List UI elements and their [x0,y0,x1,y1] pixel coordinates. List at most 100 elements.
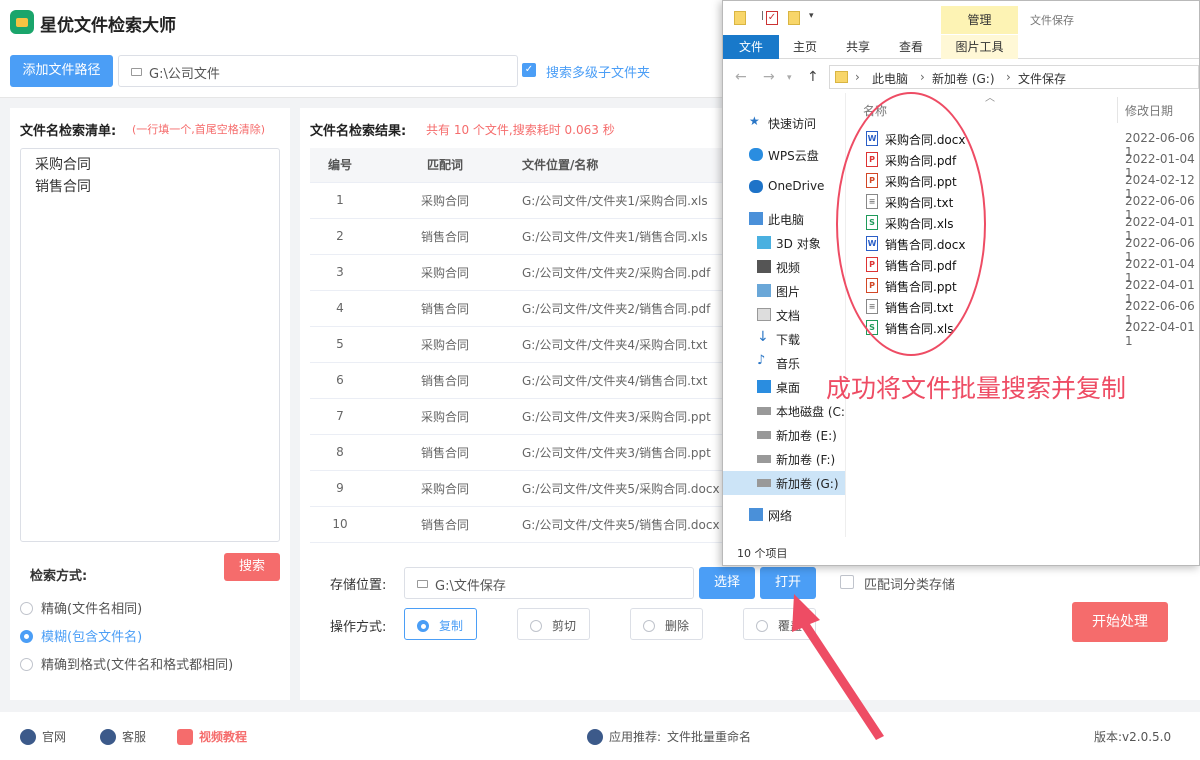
window-title: 文件保存 [1030,14,1074,27]
sidebar-item-3d-objects[interactable]: 3D 对象 [723,231,845,255]
mode-exact-radio[interactable]: 精确(文件名相同) [20,598,142,617]
row-keyword: 采购合同 [370,326,520,363]
row-keyword: 销售合同 [370,434,520,471]
chat-icon [100,729,116,745]
service-link[interactable]: 客服 [100,728,146,745]
op-copy-radio[interactable]: 复制 [404,608,477,640]
sidebar-item-wps-cloud[interactable]: WPS云盘 [723,143,845,167]
separator-icon: | [761,11,765,21]
sidebar-item-videos[interactable]: 视频 [723,255,845,279]
column-divider[interactable] [1117,97,1118,123]
breadcrumb-drive-g[interactable]: 新加卷 (G:) [932,70,995,87]
folder-icon[interactable] [734,11,746,25]
sidebar-item-label: 新加卷 (G:) [776,477,839,491]
drive-icon [757,455,771,463]
search-mode-title: 检索方式: [30,569,88,584]
store-location-input[interactable]: G:\文件保存 [404,567,694,599]
keyword-textarea[interactable]: 采购合同 销售合同 [20,148,280,542]
star-icon: ★ [749,114,760,128]
start-process-button[interactable]: 开始处理 [1072,602,1168,642]
breadcrumb-separator-icon: › [855,70,860,84]
sidebar-item-quick-access[interactable]: ★ 快速访问 [723,111,845,135]
app-logo-icon [10,10,34,34]
subfolder-label[interactable]: 搜索多级子文件夹 [546,62,650,81]
recommend-prefix: 应用推荐: [609,730,662,744]
path-input[interactable]: G:\公司文件 [118,55,518,87]
subfolder-checkbox[interactable]: ✓ [522,63,536,77]
add-path-button[interactable]: 添加文件路径 [10,55,113,87]
row-keyword: 采购合同 [370,254,520,291]
sidebar-item-label: OneDrive [768,179,825,193]
website-link[interactable]: 官网 [20,728,66,745]
mode-fuzzy-radio[interactable]: 模糊(包含文件名) [20,626,142,645]
sidebar-item-label: 本地磁盘 (C: [776,405,845,419]
col-index-header[interactable]: 编号 [310,148,370,183]
tab-file[interactable]: 文件 [723,35,779,59]
sidebar-item-label: 3D 对象 [776,237,821,251]
sidebar-item-pictures[interactable]: 图片 [723,279,845,303]
row-index: 9 [310,470,370,507]
sidebar-item-documents[interactable]: 文档 [723,303,845,327]
keyword-panel: 文件名检索清单: (一行填一个,首尾空格清除) 采购合同 销售合同 搜索 检索方… [10,108,290,700]
row-index: 8 [310,434,370,471]
customize-dropdown-icon[interactable]: ▾ [809,11,814,21]
keyword-list-hint: (一行填一个,首尾空格清除) [132,123,266,136]
breadcrumb-separator-icon: › [920,70,925,84]
row-index: 6 [310,362,370,399]
op-cut-radio[interactable]: 剪切 [517,608,590,640]
recent-dropdown-icon[interactable]: ▾ [787,73,792,83]
download-icon: ↓ [757,329,769,345]
row-keyword: 销售合同 [370,218,520,255]
row-index: 10 [310,506,370,543]
drive-icon [757,407,771,415]
recommend-link[interactable]: 应用推荐: 文件批量重命名 [587,728,751,745]
back-arrow-icon[interactable]: ← [735,69,747,85]
address-bar[interactable]: › 此电脑 › 新加卷 (G:) › 文件保存 [829,65,1199,89]
new-folder-icon[interactable] [788,11,800,25]
video-tutorial-label: 视频教程 [199,730,248,744]
sidebar-item-label: 新加卷 (F:) [776,453,836,467]
document-icon [757,308,771,321]
row-index: 3 [310,254,370,291]
forward-arrow-icon[interactable]: → [763,69,775,85]
video-tutorial-link[interactable]: 视频教程 [177,728,247,745]
sidebar-item-label: 下载 [776,333,801,347]
onedrive-icon [749,180,763,193]
search-button[interactable]: 搜索 [224,553,280,581]
manage-tab[interactable]: 管理 [941,6,1018,34]
breadcrumb-this-pc[interactable]: 此电脑 [872,70,908,87]
tab-picture-tools[interactable]: 图片工具 [941,35,1018,59]
sidebar-item-drive-f[interactable]: 新加卷 (F:) [723,447,845,471]
network-icon [749,508,763,521]
col-keyword-header[interactable]: 匹配词 [370,148,520,183]
mode-fuzzy-label: 模糊(包含文件名) [41,630,143,645]
mode-format-radio[interactable]: 精确到格式(文件名和格式都相同) [20,654,233,673]
cloud-icon [749,148,763,161]
sidebar-item-label: 文档 [776,309,801,323]
sort-ascending-icon: ︿ [985,93,995,104]
breadcrumb-folder[interactable]: 文件保存 [1018,70,1066,87]
sidebar-item-network[interactable]: 网络 [723,503,845,527]
folder-icon [835,71,848,83]
choose-button[interactable]: 选择 [699,567,755,599]
sidebar-item-downloads[interactable]: ↓ 下载 [723,327,845,351]
up-arrow-icon[interactable]: ↑ [807,69,819,85]
sidebar-item-drive-g[interactable]: 新加卷 (G:) [723,471,845,495]
column-header-date[interactable]: 修改日期 [1125,102,1173,119]
category-store-checkbox[interactable] [840,575,854,589]
sidebar-item-drive-e[interactable]: 新加卷 (E:) [723,423,845,447]
sidebar-item-this-pc[interactable]: 此电脑 [723,207,845,231]
keyword-list-title: 文件名检索清单: [20,124,117,139]
tab-view[interactable]: 查看 [891,35,931,59]
store-location-label: 存储位置: [330,578,387,593]
tab-home[interactable]: 主页 [785,35,825,59]
properties-icon[interactable]: ✓ [766,11,778,25]
navigation-pane: ★ 快速访问 WPS云盘 OneDrive 此电脑 3D 对象 视频 图片 文档 … [723,101,845,541]
status-item-count: 10 个项目 [737,547,788,560]
radio-icon [643,620,655,632]
app-title: 星优文件检索大师 [40,16,176,36]
tab-share[interactable]: 共享 [838,35,878,59]
op-delete-radio[interactable]: 删除 [630,608,703,640]
sidebar-item-onedrive[interactable]: OneDrive [723,175,845,199]
folder-icon [131,68,142,76]
